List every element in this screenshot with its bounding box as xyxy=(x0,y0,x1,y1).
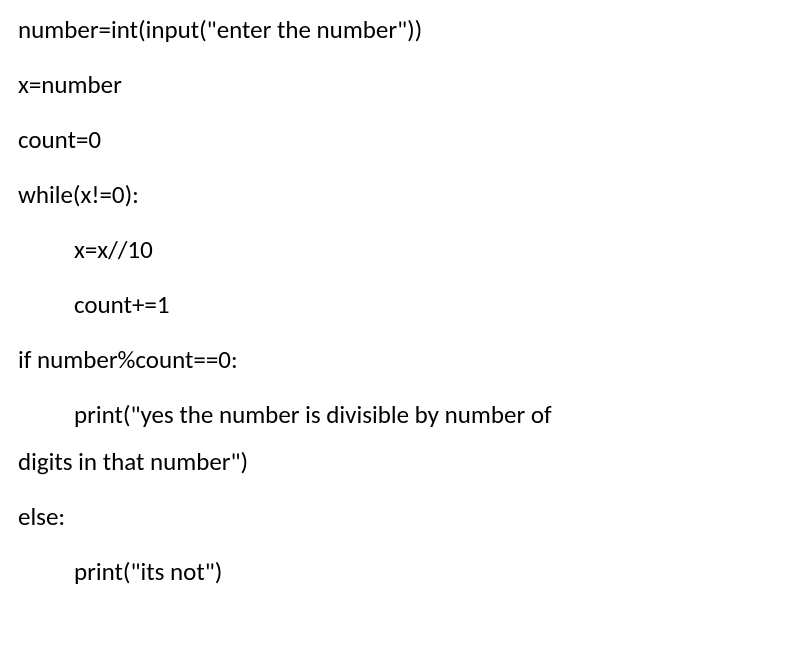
code-line-1: number=int(input("enter the number")) xyxy=(18,12,770,47)
code-line-7: if number%count==0: xyxy=(18,342,770,377)
code-line-2: x=number xyxy=(18,67,770,102)
code-line-6: count+=1 xyxy=(18,287,770,322)
code-line-4: while(x!=0): xyxy=(18,177,770,212)
code-line-8b: digits in that number") xyxy=(18,444,770,479)
code-line-10: print("its not") xyxy=(18,554,770,589)
code-line-8: print("yes the number is divisible by nu… xyxy=(18,397,770,432)
code-line-3: count=0 xyxy=(18,122,770,157)
code-line-9: else: xyxy=(18,499,770,534)
code-line-5: x=x//10 xyxy=(18,232,770,267)
